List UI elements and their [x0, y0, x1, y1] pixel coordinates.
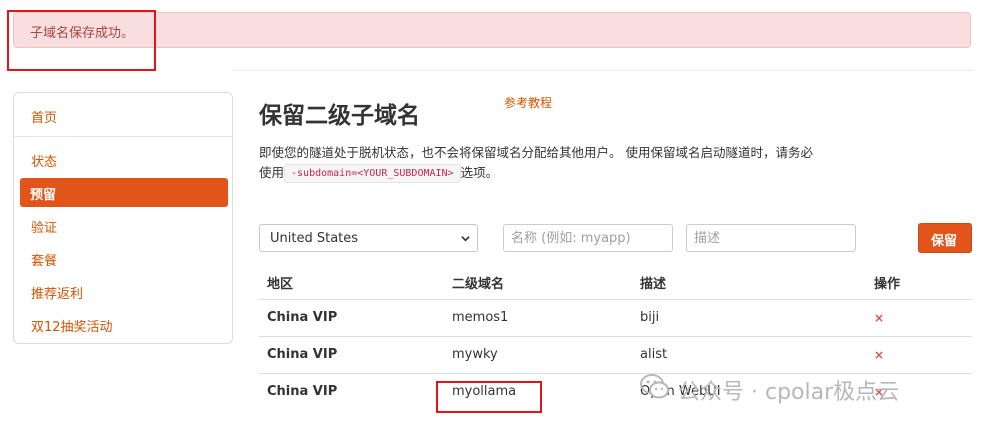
cell-region: China VIP	[267, 347, 338, 362]
cell-region: China VIP	[267, 310, 338, 325]
sidebar-item-verify[interactable]: 验证	[31, 217, 57, 236]
subdomain-description-input[interactable]	[686, 224, 856, 252]
sidebar-item-plan[interactable]: 套餐	[31, 250, 57, 269]
table-header-subdomain: 二级域名	[452, 277, 505, 292]
table-header-region: 地区	[267, 277, 294, 292]
delete-icon[interactable]: ×	[874, 348, 884, 362]
region-select-value: United States	[270, 231, 359, 246]
table-header-description: 描述	[640, 277, 667, 292]
sidebar-item-home[interactable]: 首页	[31, 107, 57, 126]
sidebar-item-referral[interactable]: 推荐返利	[31, 283, 83, 302]
table-header-action: 操作	[874, 277, 901, 292]
description-text-2: 选项。	[460, 165, 499, 180]
reserve-button[interactable]: 保留	[918, 223, 972, 253]
page-description: 即使您的隧道处于脱机状态，也不会将保留域名分配给其他用户。 使用保留域名启动隧道…	[259, 143, 819, 183]
sidebar-divider	[14, 136, 232, 137]
highlight-box-subdomain	[436, 381, 542, 413]
success-alert: 子域名保存成功。	[13, 12, 971, 48]
region-select[interactable]: United States	[259, 224, 478, 252]
delete-icon[interactable]: ×	[874, 311, 884, 325]
watermark-text: 公众号 · cpolar极点云	[678, 380, 900, 405]
cell-description: biji	[640, 310, 660, 325]
highlight-box-alert	[7, 10, 156, 71]
tutorial-link[interactable]: 参考教程	[504, 94, 552, 111]
sidebar-item-status[interactable]: 状态	[31, 151, 57, 170]
page-title: 保留二级子域名	[259, 103, 420, 129]
cell-subdomain: mywky	[452, 347, 498, 362]
sidebar-item-lottery[interactable]: 双12抽奖活动	[31, 316, 113, 335]
wechat-icon	[640, 374, 669, 399]
watermark: 公众号 · cpolar极点云	[640, 370, 970, 405]
sidebar-item-reserve[interactable]: 预留	[20, 178, 228, 207]
divider	[233, 70, 974, 71]
table-row-divider	[259, 299, 972, 300]
sidebar-item-reserve-label: 预留	[30, 188, 57, 203]
chevron-down-icon	[461, 236, 470, 242]
subdomain-name-input[interactable]	[503, 224, 673, 252]
cell-subdomain: memos1	[452, 310, 509, 325]
cell-region: China VIP	[267, 384, 338, 399]
sidebar-nav: 首页 状态 预留 验证 套餐 推荐返利 双12抽奖活动	[13, 92, 233, 344]
reserve-button-label: 保留	[931, 234, 958, 249]
subdomain-code: -subdomain=<YOUR_SUBDOMAIN>	[284, 164, 461, 183]
cell-description: alist	[640, 347, 668, 362]
table-row-divider	[259, 336, 972, 337]
